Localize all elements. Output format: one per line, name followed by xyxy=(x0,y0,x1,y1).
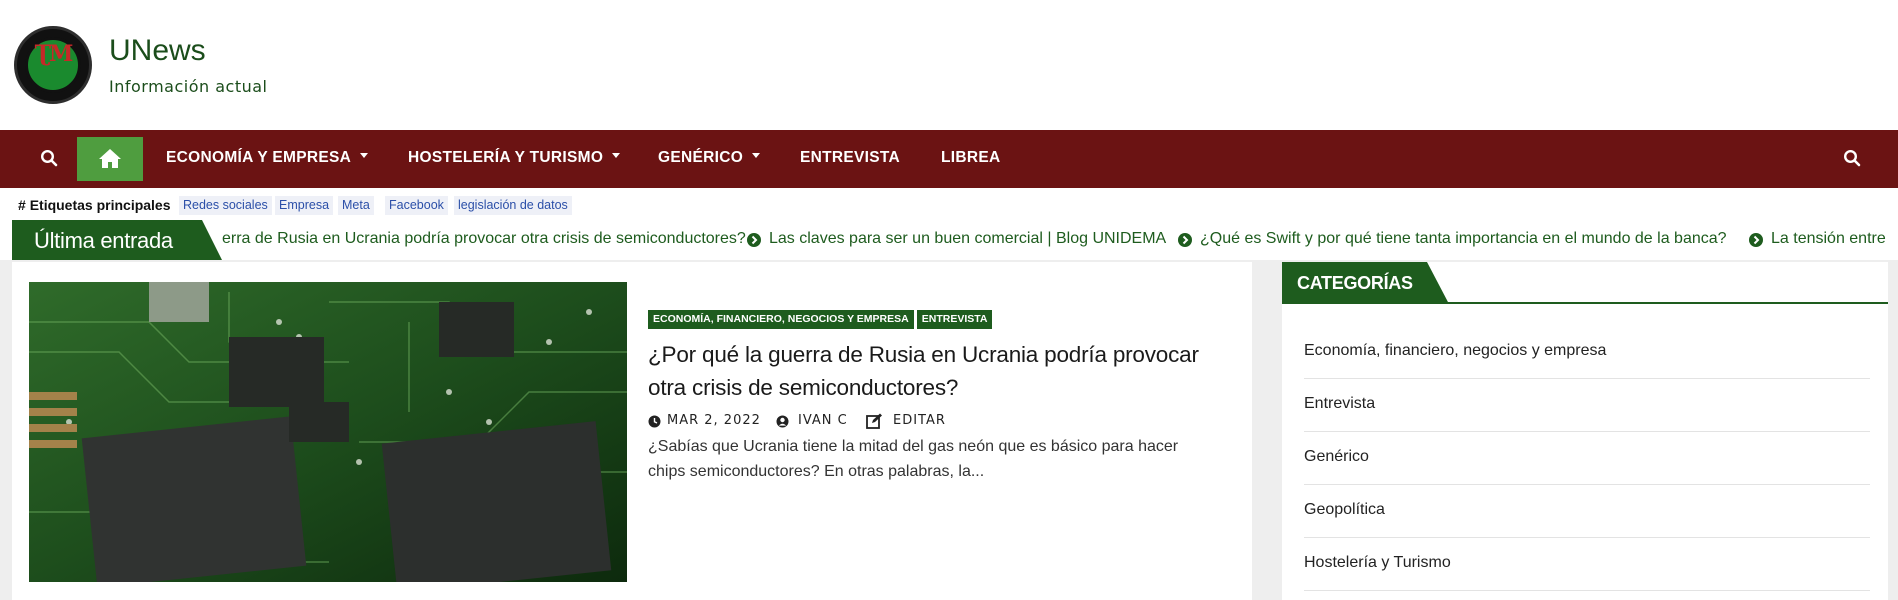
tag-link[interactable]: Empresa xyxy=(275,196,334,215)
post-title[interactable]: ¿Por qué la guerra de Rusia en Ucrania p… xyxy=(648,338,1228,404)
category-badge[interactable]: ENTREVISTA xyxy=(916,310,993,329)
tags-title-label: Etiquetas principales xyxy=(29,197,171,213)
post-categories: ECONOMÍA, FINANCIERO, NEGOCIOS Y EMPRESA… xyxy=(648,309,995,329)
search-toggle-icon[interactable] xyxy=(1843,149,1863,169)
post-thumbnail[interactable] xyxy=(29,282,627,582)
ticker-label: Última entrada xyxy=(12,220,222,260)
user-circle-icon xyxy=(776,415,789,428)
nav-item-generico[interactable]: GENÉRICO xyxy=(658,149,761,167)
nav-item-label: HOSTELERÍA Y TURISMO xyxy=(408,149,604,166)
nav-item-hosteleria[interactable]: HOSTELERÍA Y TURISMO xyxy=(408,149,621,167)
widget-header: CATEGORÍAS xyxy=(1282,262,1888,304)
category-item[interactable]: Entrevista xyxy=(1304,379,1870,432)
category-badge[interactable]: ECONOMÍA, FINANCIERO, NEGOCIOS Y EMPRESA xyxy=(648,310,914,329)
latest-ticker: Última entrada erra de Rusia en Ucrania … xyxy=(0,220,1898,260)
arrow-circle-right-icon xyxy=(1178,233,1192,247)
edit-icon xyxy=(866,413,882,429)
ticker-item[interactable]: Las claves para ser un buen comercial | … xyxy=(769,230,1166,248)
nav-item-entrevista[interactable]: ENTREVISTA xyxy=(800,149,900,167)
category-item[interactable]: Hostelería y Turismo xyxy=(1304,538,1870,591)
nav-item-label: ENTREVISTA xyxy=(800,149,901,166)
tag-link[interactable]: Facebook xyxy=(385,196,448,215)
widget-title: CATEGORÍAS xyxy=(1297,273,1413,293)
chevron-down-icon xyxy=(612,153,621,159)
arrow-circle-right-icon xyxy=(747,233,761,247)
nav-item-librea[interactable]: LIBREA xyxy=(941,149,1001,167)
ticker-item[interactable]: erra de Rusia en Ucrania podría provocar… xyxy=(222,230,746,248)
nav-item-label: GENÉRICO xyxy=(658,149,744,166)
category-list: Economía, financiero, negocios y empresa… xyxy=(1304,326,1870,591)
tag-link[interactable]: legislación de datos xyxy=(454,196,572,215)
hash-icon: # xyxy=(18,197,30,213)
category-link[interactable]: Entrevista xyxy=(1304,395,1375,413)
search-icon[interactable] xyxy=(40,149,60,169)
chevron-down-icon xyxy=(752,153,761,159)
site-header: ƮM UNews Información actual xyxy=(0,0,1898,130)
category-link[interactable]: Economía, financiero, negocios y empresa xyxy=(1304,342,1606,360)
nav-item-label: ECONOMÍA Y EMPRESA xyxy=(166,149,352,166)
widget-title-tab: CATEGORÍAS xyxy=(1282,262,1449,304)
post-date[interactable]: MAR 2, 2022 xyxy=(667,413,761,428)
post-author[interactable]: IVAN C xyxy=(798,413,848,428)
logo-mark: ƮM xyxy=(34,41,74,67)
clock-icon xyxy=(648,415,661,428)
site-tagline: Información actual xyxy=(109,77,268,96)
site-title[interactable]: UNews xyxy=(109,34,206,68)
category-item[interactable]: Genérico xyxy=(1304,432,1870,485)
ticker-track: erra de Rusia en Ucrania podría provocar… xyxy=(222,220,1898,260)
home-icon xyxy=(99,149,121,168)
category-item[interactable]: Economía, financiero, negocios y empresa xyxy=(1304,326,1870,379)
featured-post-card: ECONOMÍA, FINANCIERO, NEGOCIOS Y EMPRESA… xyxy=(12,262,1252,600)
site-logo[interactable]: ƮM xyxy=(14,26,92,104)
arrow-circle-right-icon xyxy=(1749,233,1763,247)
nav-item-label: LIBREA xyxy=(941,149,1001,166)
tag-link[interactable]: Redes sociales xyxy=(179,196,272,215)
ticker-label-text: Última entrada xyxy=(34,228,173,253)
ticker-item[interactable]: ¿Qué es Swift y por qué tiene tanta impo… xyxy=(1200,230,1727,248)
circuit-board-image xyxy=(29,282,627,582)
chevron-down-icon xyxy=(360,153,369,159)
tag-link[interactable]: Meta xyxy=(338,196,374,215)
ticker-item[interactable]: La tensión entre xyxy=(1771,230,1886,248)
main-navbar: ECONOMÍA Y EMPRESA HOSTELERÍA Y TURISMO … xyxy=(0,130,1898,188)
edit-link[interactable]: EDITAR xyxy=(893,413,946,428)
category-link[interactable]: Hostelería y Turismo xyxy=(1304,554,1451,572)
sidebar-categories-widget: CATEGORÍAS Economía, financiero, negocio… xyxy=(1282,262,1888,600)
category-link[interactable]: Geopolítica xyxy=(1304,501,1385,519)
post-excerpt: ¿Sabías que Ucrania tiene la mitad del g… xyxy=(648,438,1179,480)
category-link[interactable]: Genérico xyxy=(1304,448,1369,466)
home-button[interactable] xyxy=(77,137,143,181)
top-tags-bar: # Etiquetas principales Redes sociales E… xyxy=(0,188,1898,220)
nav-item-economia[interactable]: ECONOMÍA Y EMPRESA xyxy=(166,149,369,167)
category-item[interactable]: Geopolítica xyxy=(1304,485,1870,538)
tags-title: # Etiquetas principales xyxy=(18,197,171,213)
